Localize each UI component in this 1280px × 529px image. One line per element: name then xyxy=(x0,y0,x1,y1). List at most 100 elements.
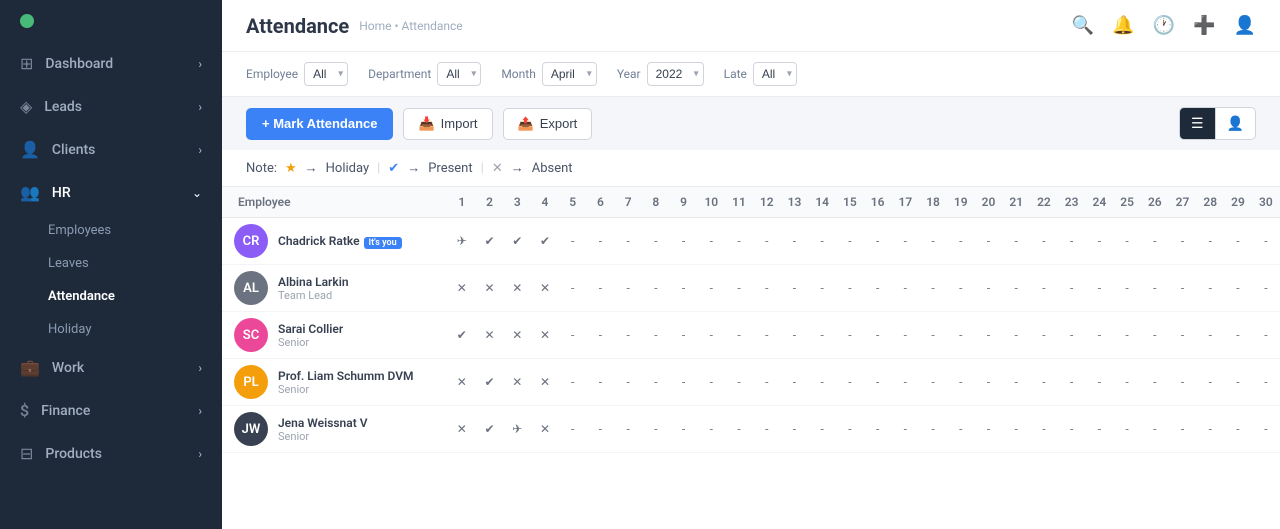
year-filter-label: Year xyxy=(617,67,641,81)
month-filter: Month April xyxy=(501,62,596,86)
sidebar-item-leads[interactable]: ◈ Leads › xyxy=(0,85,222,128)
attendance-cell: ✕ xyxy=(531,265,559,312)
sidebar-item-work[interactable]: 💼 Work › xyxy=(0,346,222,389)
attendance-cell: - xyxy=(1252,359,1280,406)
col-24: 24 xyxy=(1086,187,1114,218)
sidebar-item-clients[interactable]: 👤 Clients › xyxy=(0,128,222,171)
attendance-cell: - xyxy=(808,218,836,265)
search-icon[interactable]: 🔍 xyxy=(1072,15,1094,36)
attendance-cell: - xyxy=(670,406,698,453)
attendance-cell: ✔ xyxy=(476,359,504,406)
bell-icon[interactable]: 🔔 xyxy=(1112,15,1134,36)
holiday-label: Holiday xyxy=(326,161,369,176)
attendance-cell: - xyxy=(1224,406,1252,453)
table-row: PLProf. Liam Schumm DVMSenior✕✔✕✕-------… xyxy=(222,359,1280,406)
attendance-cell: - xyxy=(1058,406,1086,453)
attendance-cell: - xyxy=(1030,406,1058,453)
employee-cell: JWJena Weissnat VSenior xyxy=(222,406,448,453)
col-21: 21 xyxy=(1002,187,1030,218)
sidebar-item-hr[interactable]: 👥 HR ⌄ xyxy=(0,171,222,214)
attendance-cell: - xyxy=(1002,406,1030,453)
late-select-wrapper: All xyxy=(753,62,797,86)
topbar: Attendance Home • Attendance 🔍 🔔 🕐 ➕ 👤 xyxy=(222,0,1280,52)
sidebar-item-label: Clients xyxy=(52,142,95,158)
plus-icon[interactable]: ➕ xyxy=(1193,15,1215,36)
action-bar: + Mark Attendance 📥 Import 📤 Export ☰ 👤 xyxy=(222,97,1280,150)
view-toggle: ☰ 👤 xyxy=(1179,107,1256,140)
export-button[interactable]: 📤 Export xyxy=(503,108,593,140)
content-area: Note: ★ → Holiday | ✔ → Present | ✕ → Ab… xyxy=(222,150,1280,529)
attendance-cell: - xyxy=(697,359,725,406)
attendance-cell: - xyxy=(1113,406,1141,453)
arrow-absent: → xyxy=(511,160,524,176)
user-icon[interactable]: 👤 xyxy=(1234,15,1256,36)
attendance-cell: - xyxy=(642,218,670,265)
list-view-button[interactable]: ☰ xyxy=(1179,107,1216,140)
month-select[interactable]: April xyxy=(542,62,597,86)
year-select[interactable]: 2022 xyxy=(647,62,704,86)
sidebar-item-finance[interactable]: $ Finance › xyxy=(0,389,222,432)
attendance-cell: ✈ xyxy=(448,218,476,265)
breadcrumb: Home • Attendance xyxy=(359,19,462,33)
employee-select[interactable]: All xyxy=(304,62,348,86)
attendance-cell: - xyxy=(1169,359,1197,406)
chevron-icon: › xyxy=(198,100,202,114)
import-button[interactable]: 📥 Import xyxy=(403,108,492,140)
attendance-cell: - xyxy=(891,312,919,359)
attendance-cell: - xyxy=(891,406,919,453)
attendance-cell: ✕ xyxy=(476,312,504,359)
col-18: 18 xyxy=(919,187,947,218)
attendance-cell: - xyxy=(559,406,587,453)
person-view-button[interactable]: 👤 xyxy=(1216,107,1256,140)
col-15: 15 xyxy=(836,187,864,218)
note-bar: Note: ★ → Holiday | ✔ → Present | ✕ → Ab… xyxy=(222,150,1280,187)
attendance-cell: - xyxy=(642,359,670,406)
attendance-cell: - xyxy=(808,406,836,453)
late-select[interactable]: All xyxy=(753,62,797,86)
attendance-cell: - xyxy=(808,265,836,312)
month-select-wrapper: April xyxy=(542,62,597,86)
attendance-cell: - xyxy=(836,265,864,312)
department-select[interactable]: All xyxy=(437,62,481,86)
table-row: CRChadrick RatkeIt's you✈✔✔✔------------… xyxy=(222,218,1280,265)
attendance-cell: - xyxy=(1141,359,1169,406)
arrow-holiday: → xyxy=(305,160,318,176)
attendance-cell: - xyxy=(836,359,864,406)
attendance-cell: - xyxy=(919,218,947,265)
attendance-cell: - xyxy=(1002,359,1030,406)
attendance-cell: - xyxy=(1002,218,1030,265)
finance-icon: $ xyxy=(20,401,29,420)
attendance-cell: - xyxy=(1141,312,1169,359)
sidebar-sub-employees[interactable]: Employees xyxy=(0,214,222,247)
avatar: SC xyxy=(234,318,268,352)
sidebar-item-products[interactable]: ⊟ Products › xyxy=(0,432,222,475)
sidebar-sub-holiday[interactable]: Holiday xyxy=(0,313,222,346)
mark-attendance-button[interactable]: + Mark Attendance xyxy=(246,108,393,140)
table-row: ALAlbina LarkinTeam Lead✕✕✕✕------------… xyxy=(222,265,1280,312)
attendance-cell: - xyxy=(1196,406,1224,453)
late-filter-label: Late xyxy=(724,67,747,81)
year-filter: Year 2022 xyxy=(617,62,704,86)
attendance-cell: - xyxy=(1086,312,1114,359)
attendance-cell: - xyxy=(1086,218,1114,265)
sidebar-logo xyxy=(0,0,222,42)
col-employee: Employee xyxy=(222,187,448,218)
attendance-cell: - xyxy=(919,359,947,406)
employee-badge: It's you xyxy=(364,237,402,249)
attendance-cell: ✔ xyxy=(476,218,504,265)
sidebar-item-dashboard[interactable]: ⊞ Dashboard › xyxy=(0,42,222,85)
employee-cell: ALAlbina LarkinTeam Lead xyxy=(222,265,448,312)
col-17: 17 xyxy=(891,187,919,218)
clock-icon[interactable]: 🕐 xyxy=(1153,15,1175,36)
sidebar-sub-attendance[interactable]: Attendance xyxy=(0,280,222,313)
dashboard-icon: ⊞ xyxy=(20,54,33,73)
attendance-cell: - xyxy=(781,218,809,265)
attendance-cell: - xyxy=(975,406,1003,453)
attendance-cell: ✔ xyxy=(448,312,476,359)
filter-bar: Employee All Department All Month April xyxy=(222,52,1280,97)
attendance-cell: - xyxy=(725,218,753,265)
employee-select-wrapper: All xyxy=(304,62,348,86)
employee-cell: PLProf. Liam Schumm DVMSenior xyxy=(222,359,448,406)
sidebar-sub-leaves[interactable]: Leaves xyxy=(0,247,222,280)
avatar: JW xyxy=(234,412,268,446)
